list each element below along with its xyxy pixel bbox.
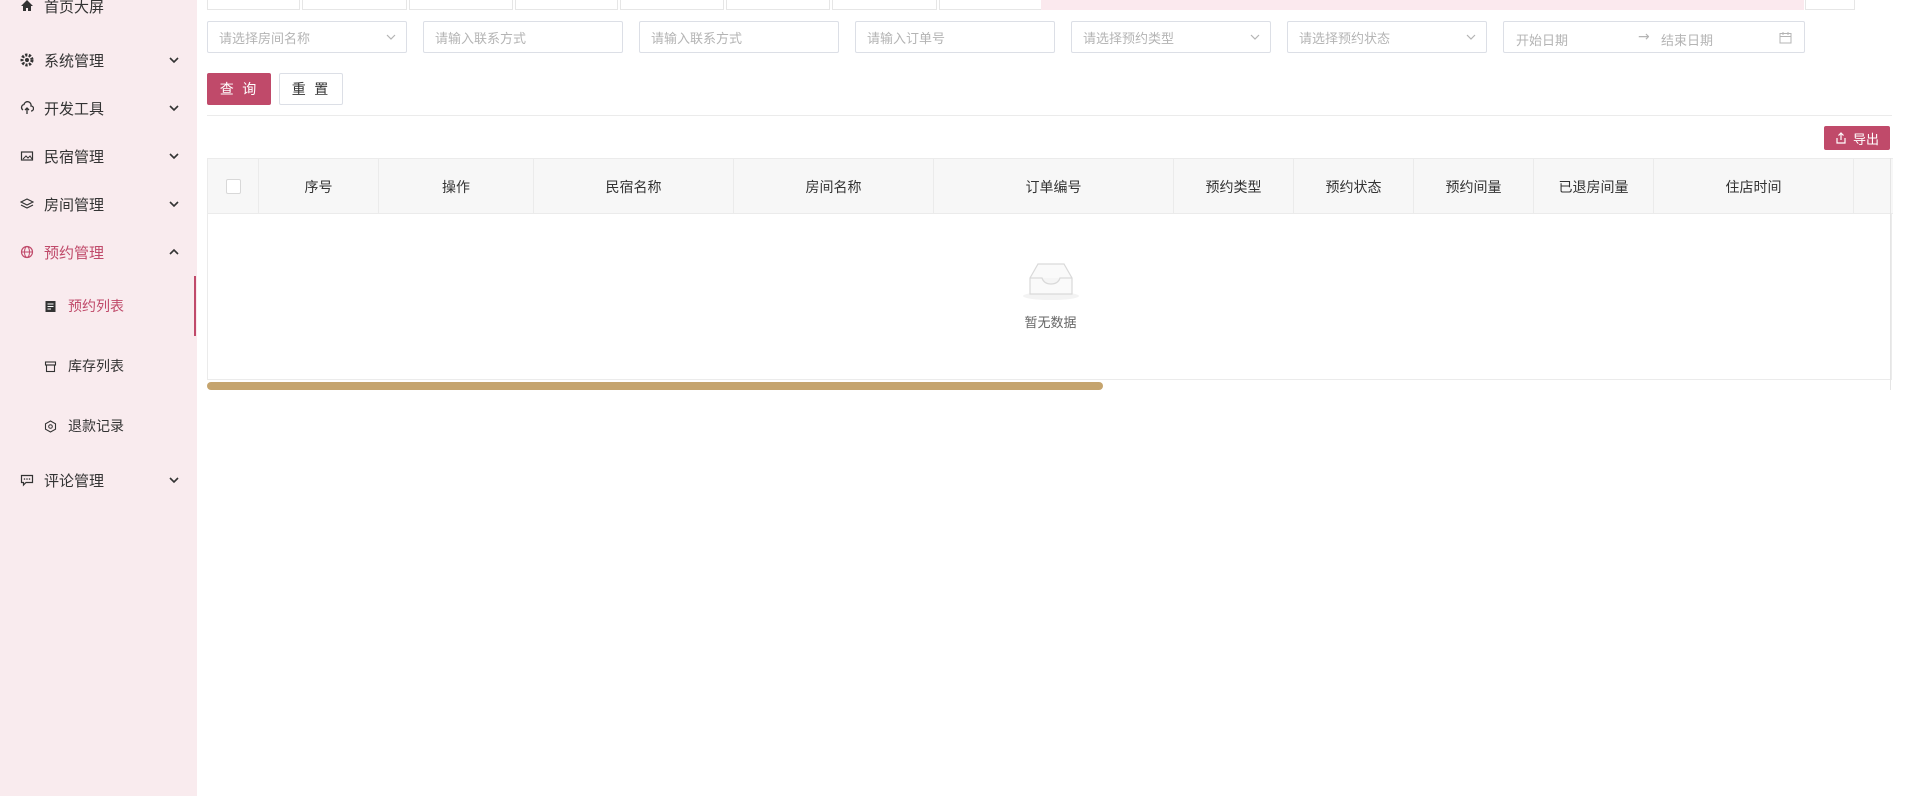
table-header: 序号 操作 民宿名称 房间名称 订单编号 预约类型 预约状态 预约间量 已退房间…: [208, 158, 1893, 214]
column-header: 操作: [379, 159, 534, 214]
empty-state: 暂无数据: [208, 214, 1893, 380]
sidebar: 首页大屏 系统管理 开发工具 民宿管理 房间管理 预约管理 预约列表 库存列表 …: [0, 0, 197, 796]
select-all-checkbox[interactable]: [225, 179, 241, 194]
calendar-icon: [1779, 32, 1792, 44]
range-separator: →: [1638, 29, 1650, 45]
date-range-picker[interactable]: 开始日期 → 结束日期: [1503, 21, 1805, 53]
end-date-input[interactable]: 结束日期: [1661, 30, 1713, 49]
tab[interactable]: [726, 0, 830, 10]
booking-type-select[interactable]: 请选择预约类型: [1071, 21, 1271, 53]
image-icon: [20, 149, 34, 163]
sidebar-item-system[interactable]: 系统管理: [0, 40, 197, 80]
document-icon: [44, 300, 57, 313]
room-name-placeholder: 请选择房间名称: [219, 31, 311, 47]
sidebar-item-label: 预约管理: [44, 243, 105, 262]
hexagon-icon: [44, 419, 57, 433]
sidebar-item-homestay[interactable]: 民宿管理: [0, 136, 197, 176]
column-header: 预约类型: [1174, 159, 1294, 214]
chevron-down-icon: [1250, 34, 1260, 40]
gear-icon: [20, 53, 34, 67]
table-right-edge: [1890, 158, 1891, 390]
query-button[interactable]: 查 询: [207, 73, 271, 105]
chevron-down-icon: [169, 475, 179, 485]
contact-input-2[interactable]: 请输入联系方式: [639, 21, 839, 53]
cloud-upload-icon: [20, 101, 34, 115]
booking-status-placeholder: 请选择预约状态: [1299, 31, 1391, 47]
sidebar-item-rooms[interactable]: 房间管理: [0, 184, 197, 224]
column-header: 序号: [259, 159, 379, 214]
sidebar-item-label: 评论管理: [44, 471, 105, 490]
tab[interactable]: [515, 0, 618, 10]
sidebar-subitem-booking-list[interactable]: 预约列表: [0, 276, 197, 336]
sidebar-item-label: 首页大屏: [44, 0, 105, 16]
reset-button[interactable]: 重 置: [279, 73, 343, 105]
room-name-select[interactable]: 请选择房间名称: [207, 21, 407, 53]
start-date-input[interactable]: 开始日期: [1516, 30, 1568, 49]
tab[interactable]: [832, 0, 937, 10]
chevron-down-icon: [169, 55, 179, 65]
chevron-down-icon: [1466, 34, 1476, 40]
sidebar-item-label: 房间管理: [44, 195, 105, 214]
column-header: 订单编号: [934, 159, 1174, 214]
comment-icon: [20, 473, 34, 487]
contact-placeholder: 请输入联系方式: [651, 31, 743, 47]
sidebar-item-label: 民宿管理: [44, 147, 105, 166]
sidebar-item-devtools[interactable]: 开发工具: [0, 88, 197, 128]
tab[interactable]: [302, 0, 407, 10]
divider: [207, 115, 1892, 116]
sidebar-subitem-label: 预约列表: [68, 299, 124, 315]
column-header: 预约状态: [1294, 159, 1414, 214]
column-header: 已退房间量: [1534, 159, 1654, 214]
sidebar-item-label: 系统管理: [44, 51, 105, 70]
booking-type-placeholder: 请选择预约类型: [1083, 31, 1175, 47]
chevron-down-icon: [169, 103, 179, 113]
sidebar-item-bookings[interactable]: 预约管理: [0, 232, 197, 272]
active-tab[interactable]: [1041, 0, 1804, 10]
horizontal-scrollbar[interactable]: [207, 382, 1103, 390]
globe-icon: [20, 245, 34, 259]
sidebar-subitem-label: 库存列表: [68, 359, 124, 375]
layers-icon: [20, 197, 34, 211]
sidebar-subitem-inventory-list[interactable]: 库存列表: [0, 344, 197, 388]
export-icon: [1836, 132, 1846, 144]
order-number-placeholder: 请输入订单号: [867, 31, 946, 47]
sidebar-subitem-label: 退款记录: [68, 419, 124, 435]
column-header: 住店时间: [1654, 159, 1854, 214]
sidebar-item-home[interactable]: 首页大屏: [0, 0, 197, 26]
tab-scroll-button[interactable]: [1805, 0, 1855, 10]
column-header: 民宿名称: [534, 159, 734, 214]
chevron-up-icon: [169, 247, 179, 257]
sidebar-item-comments[interactable]: 评论管理: [0, 460, 197, 500]
chevron-down-icon: [386, 34, 396, 40]
sidebar-subitem-refund-records[interactable]: 退款记录: [0, 404, 197, 448]
bookings-table: 序号 操作 民宿名称 房间名称 订单编号 预约类型 预约状态 预约间量 已退房间…: [207, 158, 1893, 380]
tab[interactable]: [620, 0, 724, 10]
select-all-cell: [208, 159, 259, 214]
contact-input[interactable]: 请输入联系方式: [423, 21, 623, 53]
booking-status-select[interactable]: 请选择预约状态: [1287, 21, 1487, 53]
empty-inbox-icon: [1023, 263, 1079, 300]
chevron-down-icon: [169, 151, 179, 161]
chevron-down-icon: [169, 199, 179, 209]
column-header: 房间名称: [734, 159, 934, 214]
box-icon: [44, 360, 57, 373]
column-header: 预约间量: [1414, 159, 1534, 214]
tab[interactable]: [409, 0, 513, 10]
export-button[interactable]: 导出: [1824, 126, 1890, 150]
order-number-input[interactable]: 请输入订单号: [855, 21, 1055, 53]
empty-text: 暂无数据: [1024, 316, 1077, 331]
contact-placeholder: 请输入联系方式: [435, 31, 527, 47]
home-icon: [20, 0, 34, 13]
sidebar-item-label: 开发工具: [44, 99, 105, 118]
tab-strip: [207, 0, 1897, 10]
tab[interactable]: [939, 0, 1043, 10]
export-label: 导出: [1852, 132, 1879, 148]
tab[interactable]: [207, 0, 300, 10]
